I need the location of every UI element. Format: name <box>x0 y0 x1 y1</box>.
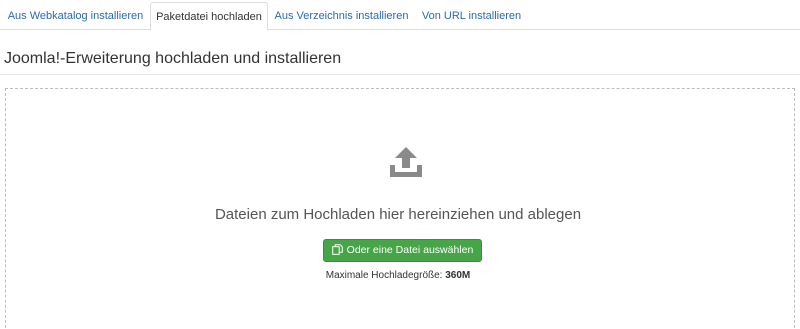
choose-file-button[interactable]: Oder eine Datei auswählen <box>323 239 482 262</box>
copy-files-icon <box>331 244 343 255</box>
page-title: Joomla!-Erweiterung hochladen und instal… <box>4 50 342 67</box>
max-size-value: 360M <box>445 270 471 281</box>
drop-instructions: Dateien zum Hochladen hier hereinziehen … <box>214 206 582 223</box>
installer-page: Aus Webkatalog installieren Paketdatei h… <box>0 0 800 329</box>
upload-icon <box>390 147 422 177</box>
install-tabs: Aus Webkatalog installieren Paketdatei h… <box>0 0 800 31</box>
tab-verzeichnis[interactable]: Aus Verzeichnis installieren <box>270 2 413 30</box>
tab-url[interactable]: Von URL installieren <box>414 2 529 30</box>
upload-dropzone[interactable]: Dateien zum Hochladen hier hereinziehen … <box>5 88 795 329</box>
title-divider <box>0 74 800 75</box>
tab-paketdatei[interactable]: Paketdatei hochladen <box>150 2 268 31</box>
choose-file-label: Oder eine Datei auswählen <box>346 244 474 256</box>
max-upload-size: Maximale Hochladegröße: 360M <box>6 270 790 281</box>
max-size-label: Maximale Hochladegröße: <box>325 270 443 281</box>
tab-webkatalog[interactable]: Aus Webkatalog installieren <box>4 2 147 30</box>
